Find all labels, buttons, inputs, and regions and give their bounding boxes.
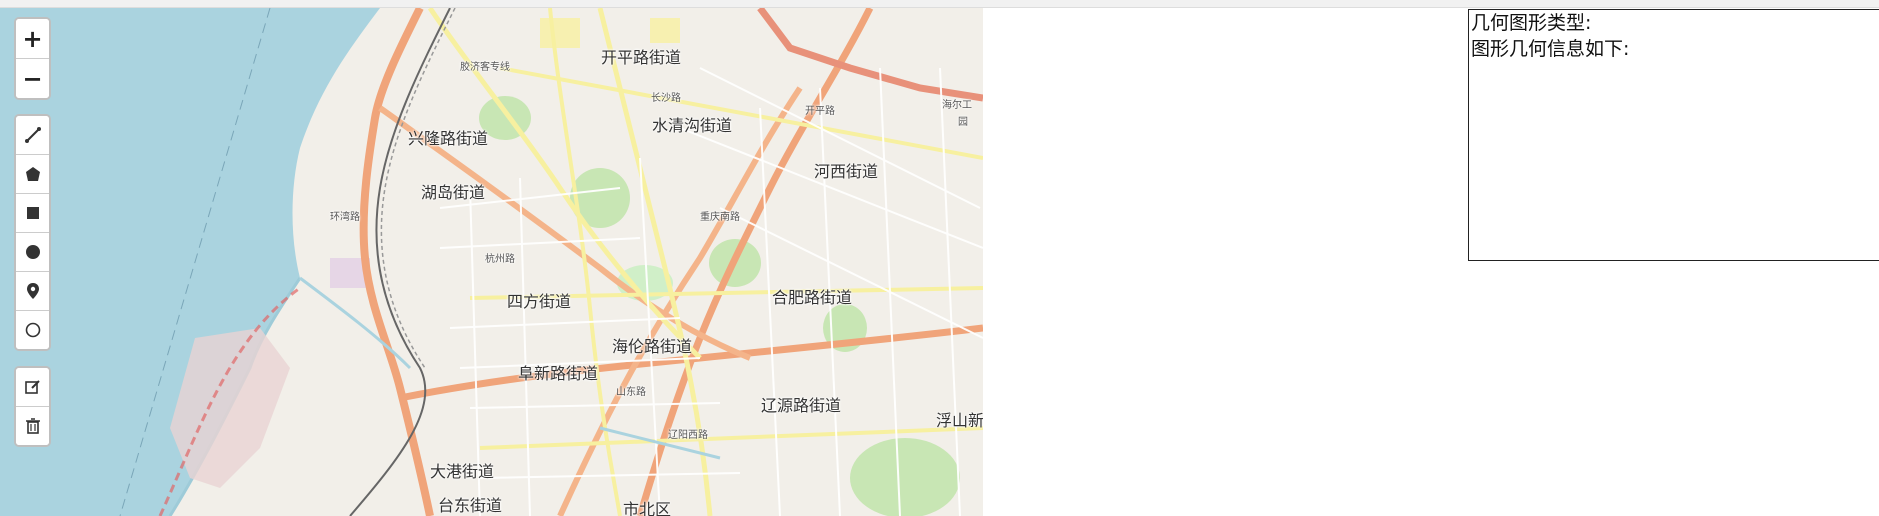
- map-label-kaiping: 开平路街道: [601, 48, 682, 67]
- marker-icon: [26, 283, 39, 299]
- road-label-hangzhou: 杭州路: [485, 254, 515, 265]
- edit-layers-button[interactable]: [16, 368, 49, 407]
- road-label-jiaozhou: 胶济客专线: [460, 62, 510, 73]
- map-label-xinglong: 兴隆路街道: [408, 129, 489, 148]
- zoom-in-button[interactable]: +: [16, 19, 49, 59]
- map-label-shibei: 市北区: [623, 500, 672, 516]
- draw-circle-button[interactable]: [16, 233, 49, 272]
- zoom-out-button[interactable]: −: [16, 59, 49, 98]
- map-view[interactable]: 开平路街道 水清沟街道 兴隆路街道 湖岛街道 河西街道 四方街道 合肥路街道 海…: [0, 8, 983, 516]
- circle-marker-icon: [25, 322, 40, 338]
- map-label-yuan: 园: [958, 117, 968, 128]
- map-label-hudao: 湖岛街道: [421, 183, 486, 202]
- draw-circlemarker-button[interactable]: [16, 311, 49, 349]
- rectangle-icon: [26, 207, 39, 219]
- circle-icon: [25, 245, 40, 259]
- geometry-type-label: 几何图形类型:: [1471, 12, 1592, 34]
- map-label-fushanxin: 浮山新: [936, 411, 983, 430]
- edit-icon: [24, 380, 40, 394]
- road-label-kaiping: 开平路: [805, 106, 835, 117]
- polyline-icon: [24, 127, 41, 143]
- road-label-liaoyang-w: 辽阳西路: [668, 430, 708, 441]
- zoom-control: + −: [14, 17, 51, 100]
- map-label-dagang: 大港街道: [430, 462, 495, 481]
- draw-polyline-button[interactable]: [16, 116, 49, 155]
- draw-toolbar: [14, 114, 51, 351]
- road-label-chongqing-n: 重庆南路: [700, 212, 740, 223]
- delete-layers-button[interactable]: [16, 407, 49, 445]
- draw-marker-button[interactable]: [16, 272, 49, 311]
- road-label-changsha: 长沙路: [651, 93, 681, 104]
- map-label-hailun: 海伦路街道: [612, 337, 693, 356]
- map-label-fuxin: 阜新路街道: [518, 364, 599, 383]
- edit-toolbar: [14, 366, 51, 447]
- top-border: [0, 0, 1879, 8]
- road-label-huanwan: 环湾路: [330, 212, 360, 223]
- geometry-info-panel: 几何图形类型: 图形几何信息如下:: [1468, 9, 1879, 261]
- geometry-info-label: 图形几何信息如下:: [1471, 38, 1630, 60]
- trash-icon: [25, 418, 40, 434]
- map-label-liaoyuan: 辽源路街道: [761, 396, 842, 415]
- draw-polygon-button[interactable]: [16, 155, 49, 194]
- map-label-haier: 海尔工: [942, 100, 972, 111]
- map-label-shuiqinggou: 水清沟街道: [652, 116, 733, 135]
- map-label-taidong: 台东街道: [438, 496, 503, 515]
- map-label-sifang: 四方街道: [507, 292, 572, 311]
- map-label-hexi: 河西街道: [814, 162, 879, 181]
- draw-rectangle-button[interactable]: [16, 194, 49, 233]
- polygon-icon: [25, 167, 40, 181]
- road-label-shandong: 山东路: [616, 387, 646, 398]
- map-label-hefei: 合肥路街道: [772, 288, 853, 307]
